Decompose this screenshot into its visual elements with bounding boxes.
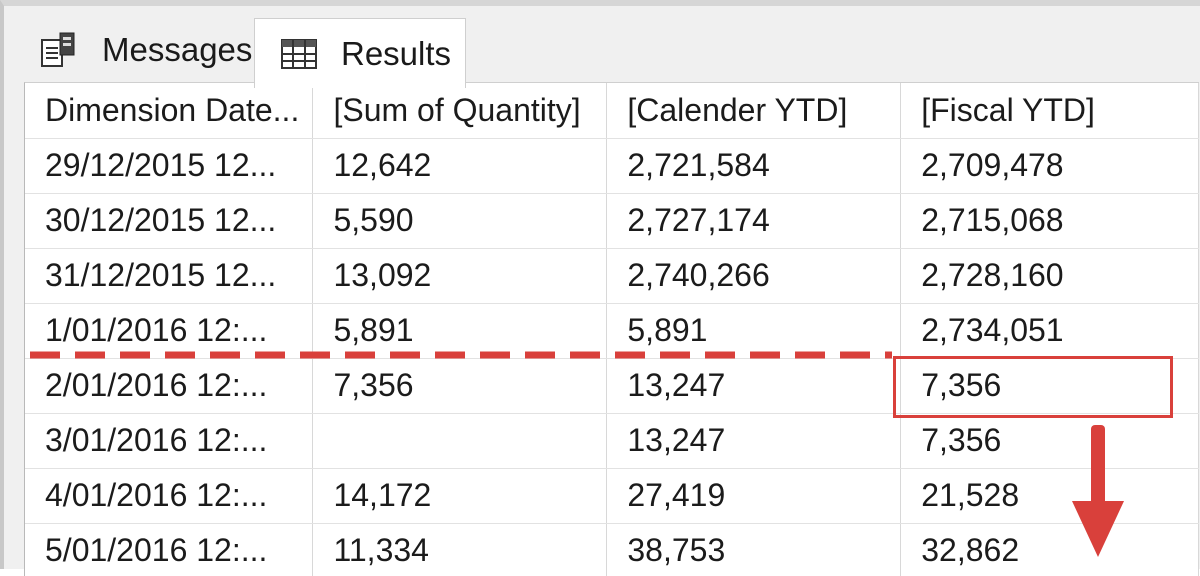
cell-fiscal-ytd[interactable]: 2,715,068 (900, 193, 1199, 249)
tab-results-label: Results (341, 34, 452, 72)
results-grid[interactable]: Dimension Date... [Sum of Quantity] [Cal… (24, 82, 1199, 576)
cell-date[interactable]: 4/01/2016 12:... (25, 468, 314, 524)
table-row[interactable]: 30/12/2015 12... 5,590 2,727,174 2,715,0… (25, 193, 1199, 249)
cell-sum-of-quantity[interactable]: 5,590 (312, 193, 608, 249)
messages-icon (41, 32, 75, 67)
cell-calender-ytd[interactable]: 38,753 (606, 523, 902, 576)
cell-fiscal-ytd[interactable]: 32,862 (900, 523, 1199, 576)
results-pane: Messages Results Dimension Date... [Sum … (0, 0, 1200, 576)
cell-date[interactable]: 5/01/2016 12:... (25, 523, 314, 576)
fiscal-ytd-highlight-box (893, 356, 1173, 418)
cell-fiscal-ytd[interactable]: 2,734,051 (900, 303, 1199, 359)
cell-calender-ytd[interactable]: 2,740,266 (606, 248, 902, 304)
cell-date[interactable]: 30/12/2015 12... (25, 193, 314, 249)
cell-calender-ytd[interactable]: 2,721,584 (606, 138, 902, 194)
results-table: Dimension Date... [Sum of Quantity] [Cal… (25, 83, 1199, 576)
cell-date[interactable]: 31/12/2015 12... (25, 248, 314, 304)
cell-calender-ytd[interactable]: 2,727,174 (606, 193, 902, 249)
tab-messages[interactable]: Messages (26, 20, 258, 80)
fiscal-boundary-dashed-line (30, 351, 892, 359)
cell-calender-ytd[interactable]: 13,247 (606, 358, 902, 414)
cell-sum-of-quantity[interactable]: 14,172 (312, 468, 608, 524)
cell-sum-of-quantity[interactable] (312, 413, 608, 469)
tab-messages-label: Messages (102, 31, 253, 68)
table-row[interactable]: 5/01/2016 12:... 11,334 38,753 32,862 (25, 523, 1199, 576)
table-row[interactable]: 31/12/2015 12... 13,092 2,740,266 2,728,… (25, 248, 1199, 304)
cell-date[interactable]: 29/12/2015 12... (25, 138, 314, 194)
cell-calender-ytd[interactable]: 27,419 (606, 468, 902, 524)
table-row[interactable]: 4/01/2016 12:... 14,172 27,419 21,528 (25, 468, 1199, 524)
cell-date[interactable]: 2/01/2016 12:... (25, 358, 314, 414)
column-header-fiscal-ytd[interactable]: [Fiscal YTD] (900, 83, 1199, 139)
cell-fiscal-ytd[interactable]: 7,356 (900, 413, 1199, 469)
cell-fiscal-ytd[interactable]: 2,709,478 (900, 138, 1199, 194)
cell-date[interactable]: 3/01/2016 12:... (25, 413, 314, 469)
down-arrow-icon (1072, 425, 1124, 557)
cell-sum-of-quantity[interactable]: 11,334 (312, 523, 608, 576)
tab-strip: Messages Results (8, 12, 1200, 88)
table-row[interactable]: 29/12/2015 12... 12,642 2,721,584 2,709,… (25, 138, 1199, 194)
column-header-dimension-date[interactable]: Dimension Date... (25, 83, 314, 139)
cell-fiscal-ytd[interactable]: 21,528 (900, 468, 1199, 524)
grid-icon (281, 38, 317, 69)
column-header-sum-of-quantity[interactable]: [Sum of Quantity] (312, 83, 608, 139)
cell-calender-ytd[interactable]: 13,247 (606, 413, 902, 469)
column-header-calender-ytd[interactable]: [Calender YTD] (606, 83, 902, 139)
tab-results[interactable]: Results (254, 18, 466, 88)
cell-sum-of-quantity[interactable]: 12,642 (312, 138, 608, 194)
cell-fiscal-ytd[interactable]: 2,728,160 (900, 248, 1199, 304)
header-row: Dimension Date... [Sum of Quantity] [Cal… (25, 83, 1199, 139)
cell-sum-of-quantity[interactable]: 13,092 (312, 248, 608, 304)
cell-sum-of-quantity[interactable]: 7,356 (312, 358, 608, 414)
table-row[interactable]: 3/01/2016 12:... 13,247 7,356 (25, 413, 1199, 469)
